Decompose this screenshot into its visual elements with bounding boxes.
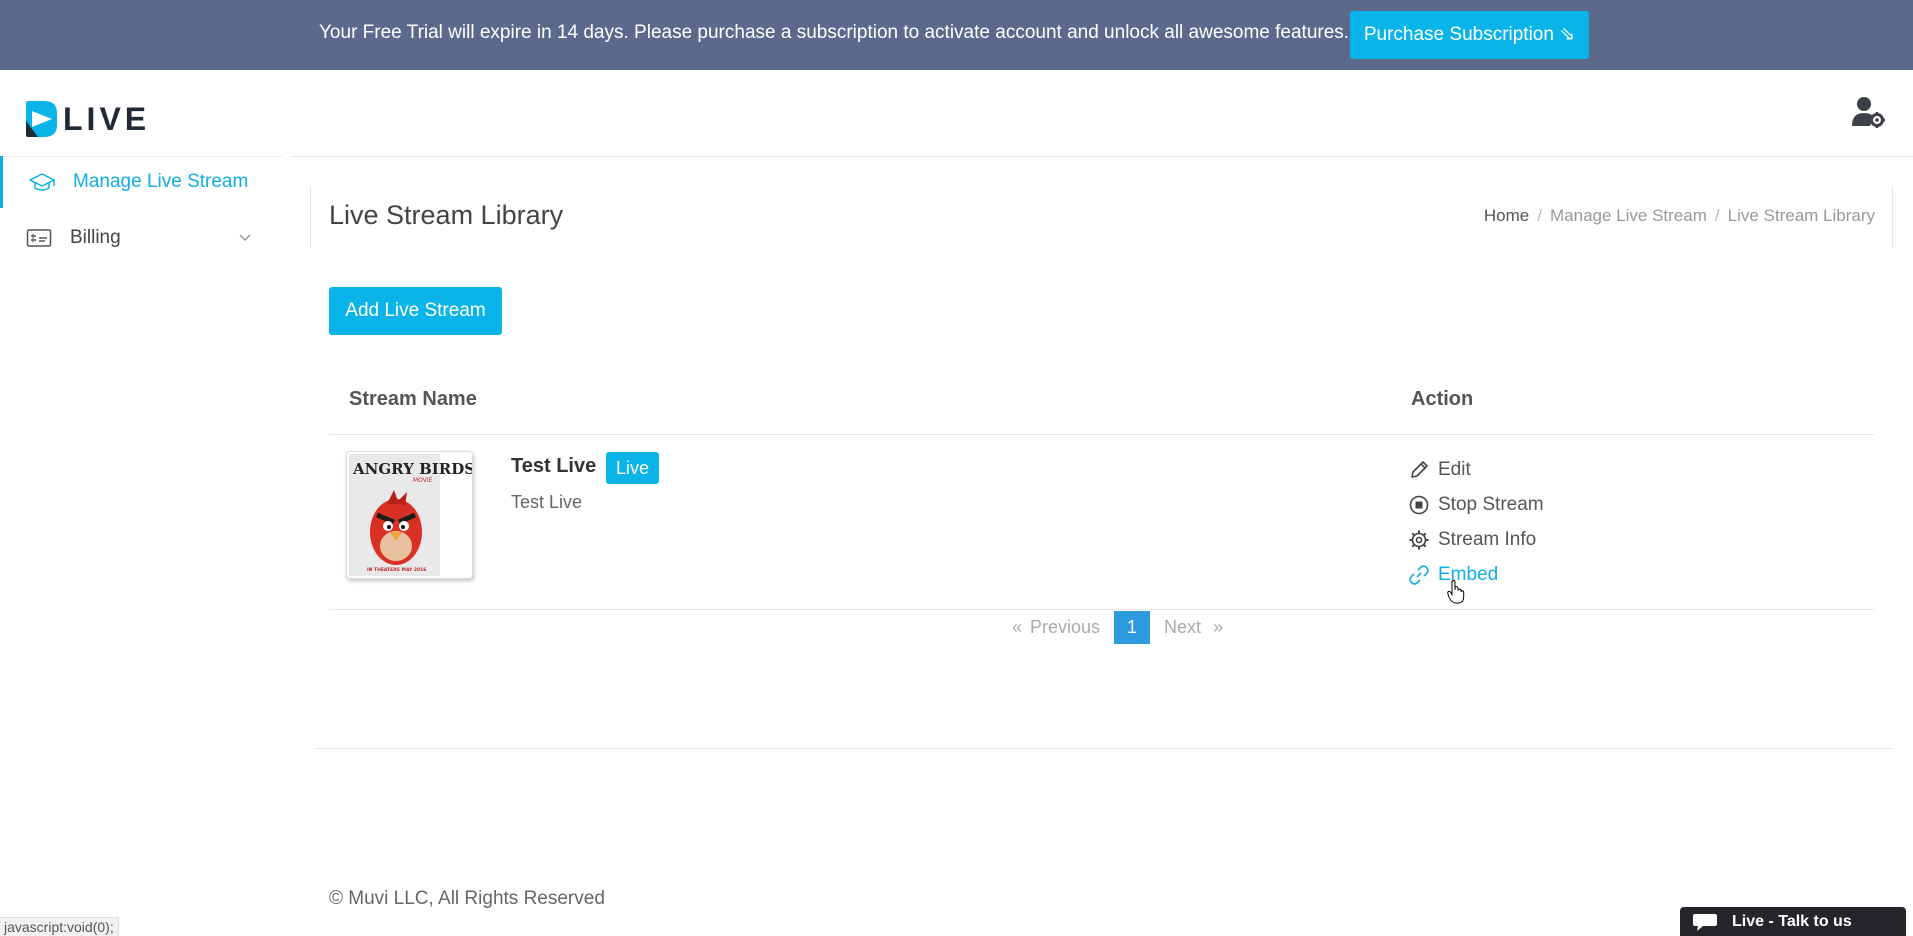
status-bar-url: javascript:void(0); bbox=[0, 917, 119, 936]
chat-label: Live - Talk to us bbox=[1732, 912, 1852, 930]
purchase-subscription-button[interactable]: Purchase Subscription ⇘ bbox=[1350, 11, 1589, 59]
poster-title: ANGRY BIRDS bbox=[352, 460, 473, 478]
table-header-divider bbox=[329, 434, 1874, 435]
live-chat-widget[interactable]: Live - Talk to us bbox=[1680, 907, 1906, 936]
pagination-previous[interactable]: Previous bbox=[1030, 617, 1100, 638]
logo-mark-icon bbox=[26, 101, 57, 137]
user-settings-icon[interactable] bbox=[1851, 96, 1885, 128]
sidebar-item-billing[interactable]: Billing bbox=[0, 212, 282, 264]
logo[interactable]: LIVE bbox=[24, 98, 150, 140]
stop-circle-icon bbox=[1409, 495, 1429, 515]
column-header-action: Action bbox=[1411, 388, 1474, 410]
status-badge: Live bbox=[606, 452, 660, 484]
edit-action[interactable]: Edit bbox=[1408, 456, 1471, 484]
sidebar-item-label: Billing bbox=[70, 227, 121, 248]
column-header-stream-name: Stream Name bbox=[349, 388, 477, 410]
logo-text: LIVE bbox=[63, 100, 151, 137]
trial-banner: Your Free Trial will expire in 14 days. … bbox=[0, 0, 1913, 70]
copyright: © Muvi LLC, All Rights Reserved bbox=[329, 888, 605, 909]
breadcrumb: Home / Manage Live Stream / Live Stream Libr… bbox=[1484, 206, 1875, 226]
pagination-prev-arrow: « bbox=[1012, 617, 1023, 637]
stream-name: Test Live bbox=[511, 455, 597, 477]
stream-info-action[interactable]: Stream Info bbox=[1408, 526, 1536, 554]
chat-bubble-icon bbox=[1693, 913, 1717, 931]
gear-icon bbox=[1409, 530, 1429, 550]
breadcrumb-home[interactable]: Home bbox=[1484, 206, 1529, 225]
trial-message: Your Free Trial will expire in 14 days. … bbox=[319, 22, 1350, 43]
stream-thumbnail[interactable]: ANGRY BIRDS MOVIE IN THEATERS MAY 2016 bbox=[346, 451, 473, 579]
sidebar-item-label: Manage Live Stream bbox=[73, 171, 249, 192]
stream-info-label: Stream Info bbox=[1438, 529, 1537, 550]
chevron-down-icon bbox=[239, 234, 251, 242]
breadcrumb-separator: / bbox=[1537, 206, 1542, 225]
poster-subtitle: MOVIE bbox=[413, 477, 433, 484]
breadcrumb-separator: / bbox=[1714, 206, 1720, 225]
pagination: « Previous 1 Next » bbox=[1012, 611, 1223, 644]
breadcrumb-manage-live-stream[interactable]: Manage Live Stream bbox=[1550, 206, 1707, 225]
table-row-divider bbox=[329, 609, 1874, 610]
sidebar-item-manage-live-stream[interactable]: Manage Live Stream bbox=[0, 156, 282, 208]
header-divider bbox=[290, 156, 1913, 157]
stop-stream-action[interactable]: Stop Stream bbox=[1408, 491, 1544, 519]
edit-label: Edit bbox=[1438, 459, 1471, 480]
pagination-next[interactable]: Next bbox=[1164, 617, 1201, 638]
pagination-page-1[interactable]: 1 bbox=[1114, 611, 1151, 644]
pagination-next-arrow: » bbox=[1213, 617, 1224, 637]
pencil-icon bbox=[1411, 461, 1428, 478]
link-icon bbox=[1409, 565, 1429, 585]
poster-caption: IN THEATERS MAY 2016 bbox=[367, 567, 426, 573]
stop-stream-label: Stop Stream bbox=[1438, 494, 1544, 515]
page-title: Live Stream Library bbox=[329, 200, 564, 230]
breadcrumb-current: Live Stream Library bbox=[1727, 206, 1875, 225]
hand-cursor-icon bbox=[1447, 580, 1465, 604]
billing-card-icon bbox=[26, 229, 52, 247]
graduation-cap-icon bbox=[29, 173, 55, 191]
footer-divider bbox=[316, 748, 1893, 749]
add-live-stream-button[interactable]: Add Live Stream bbox=[329, 287, 502, 335]
stream-description: Test Live bbox=[511, 492, 583, 512]
angry-birds-poster-image: ANGRY BIRDS MOVIE IN THEATERS MAY 2016 bbox=[347, 452, 473, 578]
